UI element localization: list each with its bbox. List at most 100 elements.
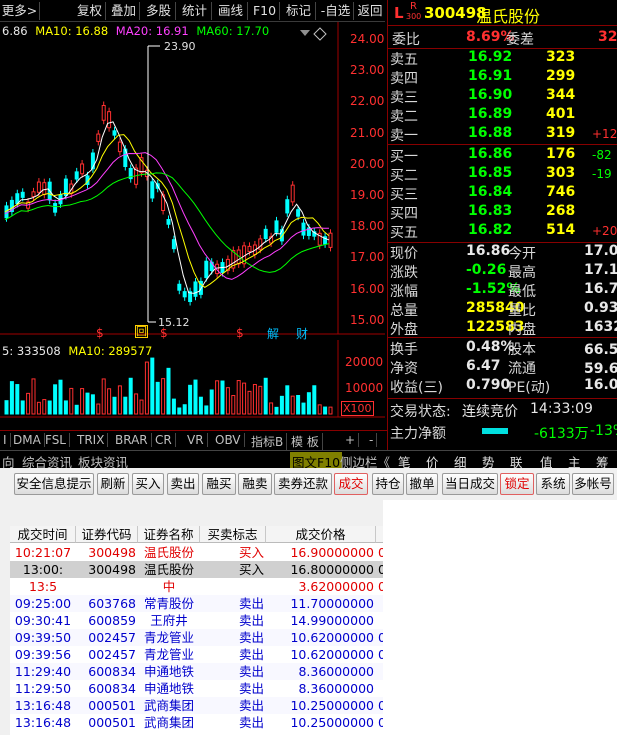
indicator-tab[interactable]: 指标B <box>248 433 288 450</box>
bids-label: 买五 <box>390 225 418 241</box>
asks-price: 16.92 <box>468 49 513 65</box>
stats-label-2: 量比 <box>508 303 536 319</box>
stats-label: 涨跌 <box>390 265 418 281</box>
redaction-overlay <box>383 500 617 735</box>
table-cell-name: 温氏股份 <box>143 562 194 577</box>
chart-toolbar: 更多> 复权 叠加 多股 统计 画线 F10 标记 -自选 返回 <box>0 0 385 22</box>
indicator-tab[interactable]: DMA <box>10 433 45 447</box>
down-arrow-icon[interactable] <box>300 30 310 36</box>
marker-unlock[interactable]: 解 <box>267 325 279 342</box>
trade-btn[interactable]: 多帐号 <box>572 473 614 495</box>
stats2-label: 收益(三) <box>390 380 443 396</box>
indicator-tab[interactable]: - <box>366 433 378 447</box>
marker-dividend-2[interactable]: $ <box>160 326 168 340</box>
bids-price: 16.82 <box>468 222 513 238</box>
r-sub: 300 <box>406 12 422 21</box>
table-cell-name: 常青股份 <box>143 596 194 611</box>
bids-price: 16.83 <box>468 203 513 219</box>
marker-restore[interactable]: 回 <box>135 325 148 338</box>
table-cell-name: 青龙管业 <box>143 647 194 662</box>
table-header[interactable]: 成交时间 <box>10 526 76 543</box>
weibi-label: 委比 <box>392 32 420 48</box>
table-header[interactable]: 成交价格 <box>266 526 376 543</box>
price-tick: 16.00 <box>350 281 385 296</box>
trade-btn[interactable]: 融卖 <box>238 473 272 495</box>
trade-btn[interactable]: 卖券还款 <box>274 473 332 495</box>
mark-button[interactable]: 标记 <box>282 2 316 20</box>
bids-label: 买三 <box>390 187 418 203</box>
indicator-tab[interactable]: VR <box>184 433 208 447</box>
watchlist-button[interactable]: -自选 <box>318 2 354 20</box>
trade-btn[interactable]: 卖出 <box>167 473 199 495</box>
trade-btn[interactable]: 买入 <box>132 473 164 495</box>
trade-btn[interactable]: 融买 <box>202 473 236 495</box>
table-cell-flag: 卖出 <box>238 630 264 645</box>
table-cell-price: 3.62000000 <box>298 579 374 594</box>
table-cell-code: 300498 <box>88 562 136 577</box>
bids-price: 16.86 <box>468 146 513 162</box>
table-header[interactable]: 证券代码 <box>76 526 138 543</box>
stats-value-2: 0.93 <box>584 300 617 316</box>
trade-btn[interactable]: 成交 <box>334 473 368 495</box>
trade-btn[interactable]: 刷新 <box>97 473 129 495</box>
indicator-tab[interactable]: TRIX <box>74 433 109 447</box>
table-header[interactable]: 证券名称 <box>138 526 200 543</box>
main-net-value: -6133万 <box>534 426 589 442</box>
table-cell-time: 13:00: <box>22 562 64 577</box>
trade-btn[interactable]: 当日成交 <box>442 473 498 495</box>
price-tick: 20.00 <box>350 156 385 171</box>
overlay-button[interactable]: 叠加 <box>108 2 140 20</box>
multi-stock-button[interactable]: 多股 <box>142 2 176 20</box>
asks-label: 卖四 <box>390 71 418 87</box>
indicator-tab[interactable]: + <box>342 433 360 447</box>
trade-btn[interactable]: 撤单 <box>406 473 438 495</box>
table-cell-flag: 卖出 <box>238 698 264 713</box>
indicator-tab[interactable]: CR <box>152 433 176 447</box>
indicator-tab[interactable]: BRAR <box>112 433 152 447</box>
asks-label: 卖五 <box>390 52 418 68</box>
marker-dividend[interactable]: $ <box>96 326 104 340</box>
stats2-label-2: PE(动) <box>508 380 551 396</box>
quote-panel: L R 300 300498 温氏股份 委比 8.69% 委差 321 卖五16… <box>387 0 617 450</box>
asks-price: 16.91 <box>468 68 513 84</box>
indicator-tab[interactable]: 模 板 <box>288 433 323 450</box>
f10-button[interactable]: F10 <box>250 2 280 20</box>
price-tick: 19.00 <box>350 188 385 202</box>
table-header[interactable]: 买卖标志 <box>200 526 266 543</box>
asks-volume: 401 <box>546 106 576 122</box>
asks-price: 16.90 <box>468 87 513 103</box>
table-cell-flag: 卖出 <box>238 613 264 628</box>
table-cell-time: 10:21:07 <box>14 545 72 560</box>
trade-btn[interactable]: 持仓 <box>372 473 404 495</box>
more-button[interactable]: 更多> <box>0 2 40 20</box>
asks-label: 卖一 <box>390 128 418 144</box>
table-cell-flag: 卖出 <box>238 715 264 730</box>
table-cell-name: 王府井 <box>150 613 188 628</box>
statistics-button[interactable]: 统计 <box>178 2 212 20</box>
price-tick: 23.00 <box>350 63 385 78</box>
kline-chart[interactable]: 6.86 MA10: 16.88 MA20: 16.91 MA60: 17.70… <box>0 22 385 418</box>
marker-dividend-3[interactable]: $ <box>236 326 244 340</box>
table-cell-name: 申通地铁 <box>143 681 194 696</box>
table-cell-price: 8.36000000 <box>298 664 374 679</box>
stats2-value-2: 59.6亿 <box>584 361 617 377</box>
indicator-tab[interactable]: OBV <box>212 433 245 447</box>
stats-value-2: 17.11 <box>584 262 617 278</box>
trade-btn[interactable]: 锁定 <box>500 473 534 495</box>
draw-line-button[interactable]: 画线 <box>214 2 248 20</box>
trade-btn[interactable]: 安全信息提示 <box>14 473 94 495</box>
asks-label: 卖二 <box>390 109 418 125</box>
fuquan-button[interactable]: 复权 <box>74 2 106 20</box>
trade-btn[interactable]: 系统 <box>536 473 570 495</box>
back-button[interactable]: 返回 <box>355 2 385 20</box>
indicator-tab[interactable]: I <box>0 433 11 447</box>
diamond-icon[interactable] <box>313 27 327 41</box>
indicator-tab[interactable]: FSL <box>42 433 70 447</box>
table-cell-time: 11:29:40 <box>14 664 72 679</box>
stats-label-2: 今开 <box>508 246 536 262</box>
asks-change: +124 <box>592 127 617 141</box>
table-cell-flag: 买入 <box>238 545 264 560</box>
marker-finance[interactable]: 财 <box>296 325 308 342</box>
stats2-label-2: 流通 <box>508 361 536 377</box>
weicha-label: 委差 <box>506 32 534 48</box>
